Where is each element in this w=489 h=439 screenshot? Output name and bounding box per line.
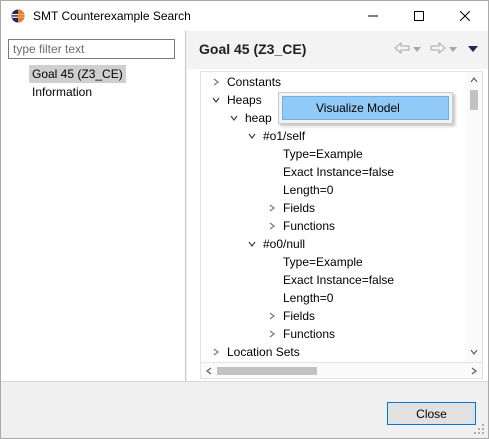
title-bar[interactable]: SMT Counterexample Search <box>1 1 488 31</box>
tree-label: Exact Instance=false <box>283 165 395 179</box>
tree-label: Type=Example <box>283 255 363 269</box>
dialog-window: SMT Counterexample Search Goal 45 (Z3_CE… <box>0 0 489 439</box>
close-window-button[interactable] <box>442 1 488 31</box>
tree-label: Length=0 <box>283 183 334 197</box>
chevron-right-icon[interactable] <box>211 73 221 91</box>
back-arrow-icon[interactable] <box>394 41 410 58</box>
scroll-down-icon[interactable] <box>466 344 482 360</box>
vertical-scroll-thumb[interactable] <box>470 90 478 110</box>
tree-label: Fields <box>283 309 316 323</box>
chevron-right-icon[interactable] <box>267 325 277 343</box>
left-navigation-panel: Goal 45 (Z3_CE) Information <box>1 31 186 381</box>
forward-dropdown-icon[interactable] <box>448 43 458 57</box>
tree-label: Type=Example <box>283 147 363 161</box>
forward-arrow-icon[interactable] <box>430 41 446 58</box>
resize-grip-icon[interactable] <box>473 423 485 435</box>
chevron-right-icon[interactable] <box>267 307 277 325</box>
chevron-right-icon[interactable] <box>211 343 221 361</box>
left-item-label: Goal 45 (Z3_CE) <box>32 67 123 81</box>
tree-label: #o1/self <box>263 129 306 143</box>
menu-item-visualize-model[interactable]: Visualize Model <box>282 96 449 120</box>
tree-label: Functions <box>283 327 336 341</box>
chevron-down-icon[interactable] <box>211 91 221 109</box>
maximize-icon <box>414 11 424 21</box>
tree-label: Constants <box>227 75 282 89</box>
scroll-right-icon[interactable] <box>466 363 482 379</box>
view-menu-icon[interactable] <box>468 43 478 57</box>
vertical-scrollbar[interactable] <box>466 72 482 362</box>
close-icon <box>460 11 470 21</box>
chevron-down-icon[interactable] <box>247 235 257 253</box>
menu-item-label: Visualize Model <box>316 101 400 115</box>
right-content-panel: Goal 45 (Z3_CE) Constants Heaps heap #o1… <box>187 31 488 381</box>
tree-label: Exact Instance=false <box>283 273 395 287</box>
chevron-right-icon[interactable] <box>267 199 277 217</box>
tree-label: Length=0 <box>283 291 334 305</box>
filter-input[interactable] <box>8 39 175 59</box>
maximize-button[interactable] <box>396 1 442 31</box>
tree-label: #o0/null <box>263 237 306 251</box>
back-dropdown-icon[interactable] <box>412 43 422 57</box>
horizontal-scrollbar[interactable] <box>200 363 483 379</box>
chevron-down-icon[interactable] <box>229 109 239 127</box>
left-item-label: Information <box>32 85 93 99</box>
scroll-up-icon[interactable] <box>466 72 482 88</box>
content-header: Goal 45 (Z3_CE) <box>187 31 488 69</box>
chevron-down-icon[interactable] <box>247 127 257 145</box>
minimize-icon <box>368 15 378 17</box>
history-nav <box>394 41 478 58</box>
context-menu: Visualize Model <box>278 92 453 124</box>
tree-label: Fields <box>283 201 316 215</box>
chevron-right-icon[interactable] <box>267 217 277 235</box>
left-item-information[interactable]: Information <box>29 83 95 101</box>
tree-label: Heaps <box>227 93 262 107</box>
page-title: Goal 45 (Z3_CE) <box>199 41 307 57</box>
minimize-button[interactable] <box>350 1 396 31</box>
tree-label: heap <box>245 111 272 125</box>
tree-label: Location Sets <box>227 345 300 359</box>
horizontal-scroll-thumb[interactable] <box>217 367 317 375</box>
eclipse-app-icon <box>11 9 25 23</box>
footer-divider <box>1 381 488 382</box>
tree-label: Functions <box>283 219 336 233</box>
close-button[interactable]: Close <box>387 402 476 425</box>
left-item-goal[interactable]: Goal 45 (Z3_CE) <box>29 65 126 83</box>
scroll-left-icon[interactable] <box>201 363 217 379</box>
window-title: SMT Counterexample Search <box>33 9 191 23</box>
